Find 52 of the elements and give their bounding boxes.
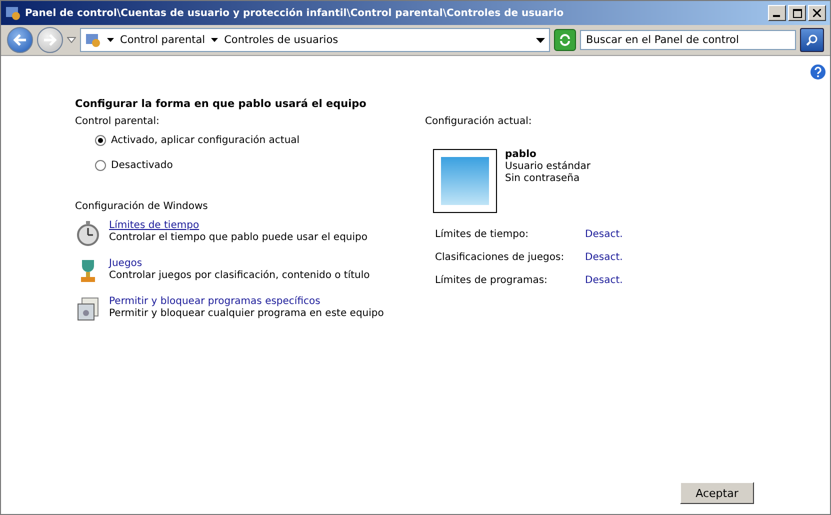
- search-button[interactable]: [800, 28, 824, 52]
- refresh-button[interactable]: [554, 29, 576, 51]
- setting-description: Controlar juegos por clasificación, contenido o título: [109, 270, 370, 281]
- stopwatch-icon: [75, 220, 101, 246]
- caret-icon[interactable]: [536, 38, 545, 42]
- close-button[interactable]: [808, 5, 826, 21]
- help-icon[interactable]: [810, 64, 826, 80]
- search-field[interactable]: Buscar en el Panel de control: [580, 30, 796, 50]
- setting-description: Permitir y bloquear cualquier programa en este equipo: [109, 308, 384, 319]
- setting-description: Controlar el tiempo que pablo puede usar el equipo: [109, 232, 368, 243]
- section-label: Configuración de Windows: [75, 201, 209, 212]
- maximize-button[interactable]: [788, 5, 806, 21]
- setting-link[interactable]: Juegos: [109, 258, 370, 269]
- section-label: Configuración actual:: [425, 116, 533, 127]
- account-type: Usuario estándar: [505, 161, 591, 172]
- setting-value: Desact.: [585, 229, 623, 240]
- radio-label[interactable]: Activado, aplicar configuración actual: [111, 135, 300, 146]
- search-icon: [806, 34, 818, 46]
- maximize-icon: [792, 8, 802, 18]
- setting-name: Límites de programas:: [435, 275, 548, 286]
- setting-link[interactable]: Límites de tiempo: [109, 220, 368, 231]
- forward-button[interactable]: [37, 27, 63, 53]
- back-arrow-icon: [13, 34, 27, 46]
- password-status: Sin contraseña: [505, 173, 581, 184]
- radio-label[interactable]: Desactivado: [111, 160, 173, 171]
- breadcrumb[interactable]: Control parental: [120, 34, 206, 46]
- refresh-icon: [559, 34, 571, 46]
- program-window-icon: [75, 296, 101, 322]
- setting-value: Desact.: [585, 275, 623, 286]
- breadcrumb[interactable]: Controles de usuarios: [224, 34, 338, 46]
- setting-value: Desact.: [585, 252, 623, 263]
- photo-placeholder: [441, 157, 489, 205]
- close-icon: [813, 9, 821, 17]
- setting-name: Límites de tiempo:: [435, 229, 530, 240]
- user-name: pablo: [505, 149, 538, 160]
- control-panel-icon: [85, 32, 101, 48]
- back-button[interactable]: [7, 27, 33, 53]
- section-label: Control parental:: [75, 116, 160, 127]
- caret-icon[interactable]: [107, 38, 114, 42]
- radio-button[interactable]: [95, 135, 106, 146]
- window-title: Panel de control\Cuentas de usuario y protección infantil\Control parental\Controles de usuario: [25, 8, 565, 18]
- setting-link[interactable]: Permitir y bloquear programas específicos: [109, 296, 384, 307]
- page-heading: Configurar la forma en que pablo usará el equipo: [75, 98, 368, 110]
- dropdown-icon[interactable]: [67, 37, 76, 43]
- accept-button[interactable]: Aceptar: [680, 482, 754, 504]
- forward-arrow-icon: [43, 34, 57, 46]
- control-panel-icon: [5, 5, 21, 21]
- radio-button[interactable]: [95, 160, 106, 171]
- caret-icon[interactable]: [211, 38, 218, 42]
- setting-name: Clasificaciones de juegos:: [435, 252, 566, 263]
- minimize-button[interactable]: [768, 5, 786, 21]
- address-bar[interactable]: Control parental Controles de usuarios: [80, 28, 550, 52]
